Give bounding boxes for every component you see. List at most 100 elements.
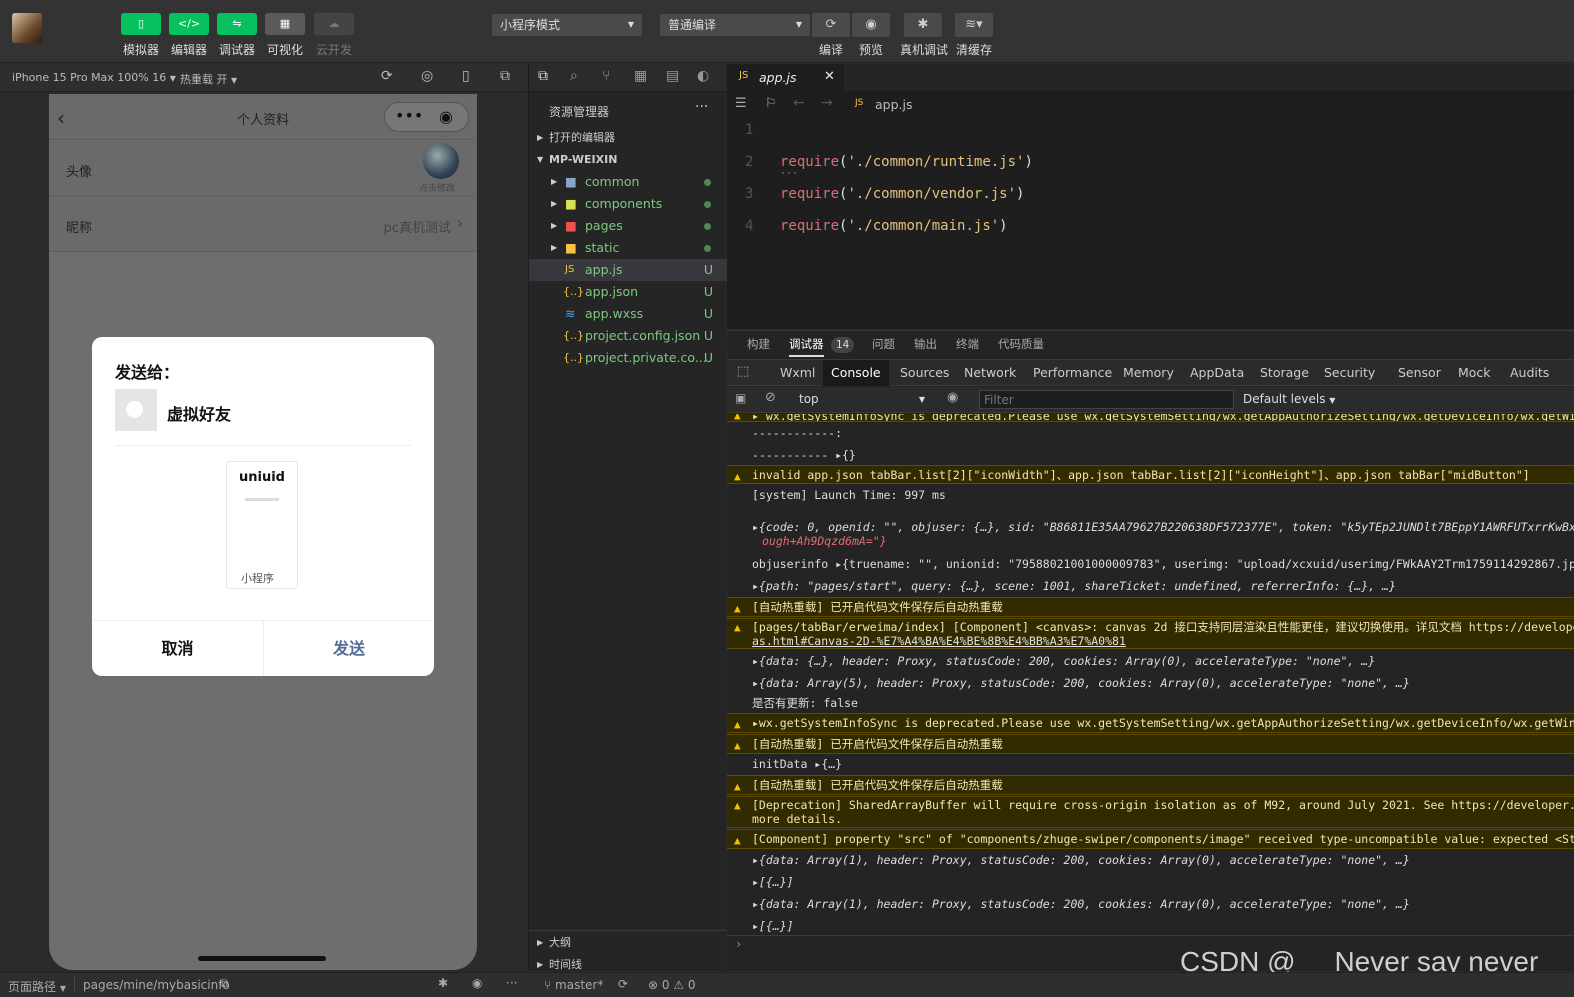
tab-appdata[interactable]: AppData [1190, 360, 1244, 386]
tab-code-quality[interactable]: 代码质量 [998, 331, 1044, 357]
visual-button[interactable]: ▦ [265, 13, 305, 35]
phone-icon[interactable]: ▯ [462, 68, 470, 84]
mini-program-card: uniuid 小程序 [226, 461, 298, 589]
compile-select[interactable]: 普通编译 ▼ [660, 14, 810, 36]
git-status: U [703, 306, 713, 321]
log-levels-select[interactable]: Default levels ▼ [1243, 392, 1335, 406]
tree-item-app-json[interactable]: {..} app.json U [529, 281, 727, 303]
tab-security[interactable]: Security [1324, 360, 1375, 386]
open-editors-section[interactable]: ▶ 打开的编辑器 [529, 127, 727, 149]
files-icon[interactable]: ⧉ [538, 68, 548, 84]
cancel-button[interactable]: 取消 [92, 621, 263, 676]
outline-section[interactable]: ▶ 大纲 [529, 932, 727, 954]
tab-problems[interactable]: 问题 [872, 331, 895, 357]
more-icon[interactable]: ••• [395, 106, 423, 125]
sidebar-toggle-icon[interactable]: ▣ [735, 391, 746, 405]
tab-console[interactable]: Console [823, 360, 889, 386]
tab-sources[interactable]: Sources [900, 360, 949, 386]
git-branch-icon[interactable]: ⑂ [602, 68, 610, 84]
tree-item-project-config[interactable]: {..} project.config.json U [529, 325, 727, 347]
tab-debugger[interactable]: 调试器 [789, 331, 824, 357]
simulator-button[interactable]: ▯ [121, 13, 161, 35]
console-prompt[interactable]: › [735, 937, 742, 951]
tab-storage[interactable]: Storage [1260, 360, 1309, 386]
tab-memory[interactable]: Memory [1123, 360, 1174, 386]
log-text: ▸{path: "pages/start", query: {…}, scene… [752, 579, 1396, 593]
tab-performance[interactable]: Performance [1033, 360, 1112, 386]
docker-icon[interactable]: ◐ [697, 68, 709, 84]
bug-icon[interactable]: ✱ [438, 976, 448, 990]
tab-mock[interactable]: Mock [1458, 360, 1491, 386]
tree-item-common[interactable]: ▶ ■ common [529, 171, 727, 193]
tree-item-app-wxss[interactable]: ≋ app.wxss U [529, 303, 727, 325]
sync-icon[interactable]: ⟳ [618, 977, 628, 991]
mode-select[interactable]: 小程序模式 ▼ [492, 14, 642, 36]
clear-console-icon[interactable]: ⊘ [765, 390, 776, 405]
problems-count[interactable]: ⊗ 0 ⚠ 0 [648, 978, 696, 992]
console-log: 是否有更新: false [727, 694, 1574, 712]
tab-build[interactable]: 构建 [747, 331, 770, 357]
search-icon[interactable]: ⌕ [570, 68, 578, 84]
page-path-label[interactable]: 页面路径 ▼ [8, 978, 66, 995]
person-icon: ● [125, 396, 145, 421]
more-icon[interactable]: ··· [695, 99, 708, 115]
project-section[interactable]: ▼ MP-WEIXIN [529, 149, 727, 171]
capsule-menu: ••• ◉ [384, 102, 469, 132]
eye-icon[interactable]: ◉ [947, 390, 958, 405]
tab-sensor[interactable]: Sensor [1398, 360, 1441, 386]
context-select[interactable]: top ▼ [795, 390, 929, 409]
list-icon[interactable]: ☰ [735, 96, 747, 111]
chevron-right-icon: ▶ [551, 177, 558, 186]
editor-button[interactable]: </> [169, 13, 209, 35]
tab-output[interactable]: 输出 [914, 331, 937, 357]
console-filter-input[interactable] [979, 390, 1234, 409]
preview-button[interactable]: ◉ [852, 13, 890, 37]
more-icon[interactable]: ··· [506, 976, 517, 990]
tree-item-pages[interactable]: ▶ ■ pages [529, 215, 727, 237]
back-arrow-icon[interactable]: ← [793, 95, 805, 111]
avatar-edit-hint: 点击修改 [419, 184, 456, 194]
close-circle-icon[interactable]: ◉ [439, 107, 453, 126]
user-avatar[interactable] [12, 13, 42, 43]
tree-item-static[interactable]: ▶ ■ static [529, 237, 727, 259]
log-link[interactable]: as.html#Canvas-2D-%E7%A4%BA%E4%BE%8B%E4%… [752, 634, 1574, 648]
save-icon[interactable]: ▤ [666, 68, 679, 84]
forward-arrow-icon[interactable]: → [821, 95, 833, 111]
avatar-row[interactable]: 头像 点击修改 [49, 141, 477, 197]
tree-item-app-js[interactable]: JS app.js U [529, 259, 727, 281]
git-status: U [703, 350, 713, 365]
compile-button[interactable]: ⟳ [812, 13, 850, 37]
record-icon[interactable]: ◎ [421, 68, 433, 84]
popout-icon[interactable]: ⧉ [500, 68, 510, 84]
cloud-button[interactable]: ☁ [314, 13, 354, 35]
explorer-title: 资源管理器 [549, 105, 610, 119]
debugger-button[interactable]: ⇋ [217, 13, 257, 35]
send-button[interactable]: 发送 [264, 621, 434, 676]
tree-item-label: app.json [585, 284, 639, 299]
tab-audits[interactable]: Audits [1510, 360, 1549, 386]
device-select[interactable]: iPhone 15 Pro Max 100% 16 ▼ [12, 71, 176, 84]
chevron-down-icon: ▼ [59, 984, 66, 993]
tree-item-project-private[interactable]: {..} project.private.co... U [529, 347, 727, 369]
console-warning: ▲ [Deprecation] SharedArrayBuffer will re… [727, 796, 1574, 828]
git-branch-status[interactable]: ⑂ master* [544, 978, 603, 992]
clear-cache-button[interactable]: ≋▾ [955, 13, 993, 37]
bookmark-icon[interactable]: ⚐ [765, 96, 777, 111]
console-log: ------------: [727, 424, 1574, 442]
inspect-icon[interactable]: ⬚ [737, 364, 749, 379]
tab-wxml[interactable]: Wxml [780, 360, 815, 386]
tab-network[interactable]: Network [964, 360, 1016, 386]
eye-icon[interactable]: ◉ [472, 976, 482, 990]
close-icon[interactable]: ✕ [824, 69, 835, 84]
nickname-row[interactable]: 昵称 pc真机测试 › [49, 198, 477, 252]
extensions-icon[interactable]: ▦ [634, 68, 647, 84]
remote-debug-button[interactable]: ✱ [904, 13, 942, 37]
hot-reload-toggle[interactable]: 热重载 开 ▼ [180, 71, 237, 87]
copy-icon[interactable]: ⧉ [220, 976, 229, 991]
warning-icon: ▲ [734, 602, 741, 615]
avatar[interactable] [423, 143, 459, 179]
tab-terminal[interactable]: 终端 [956, 331, 979, 357]
tree-item-components[interactable]: ▶ ■ components [529, 193, 727, 215]
rotate-icon[interactable]: ⟳ [381, 68, 393, 84]
editor-tab-app-js[interactable]: JS app.js ✕ [727, 64, 844, 92]
